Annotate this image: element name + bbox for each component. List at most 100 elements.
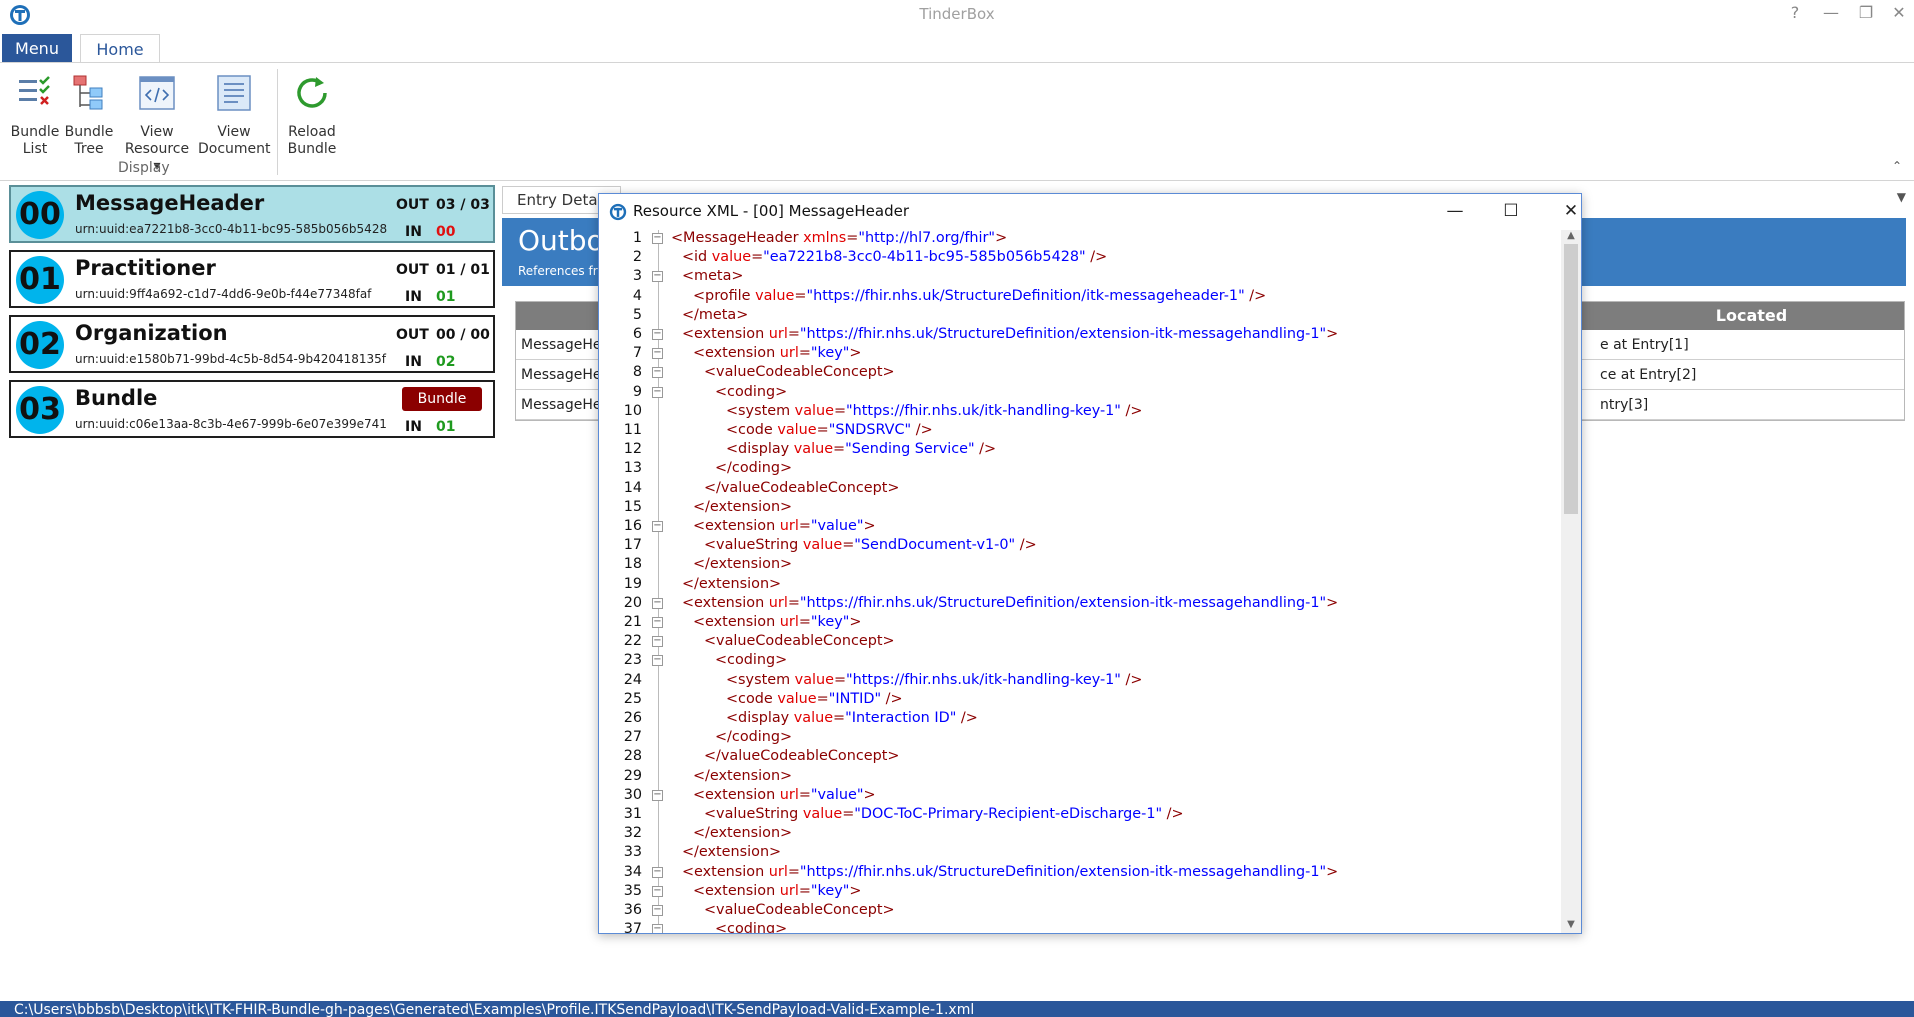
fold-toggle-icon[interactable]: − [652,521,663,532]
xml-text: <system value="https://fhir.nhs.uk/itk-h… [726,671,1143,688]
xml-text: </extension> [693,498,793,515]
in-label: IN [405,289,422,305]
xml-line: 7− <extension url="key"> [599,345,1561,364]
fold-toggle-icon[interactable]: − [652,885,663,897]
detail-subtitle: References fro [518,264,605,278]
entry-number: 00 [16,191,64,239]
fold-toggle-icon[interactable]: − [652,233,663,244]
line-number: 16 [623,518,642,534]
fold-toggle-icon[interactable]: − [652,271,663,283]
ribbon-tabs: Menu Home [0,34,1914,64]
xml-text: <valueCodeableConcept> [704,364,895,381]
table-cell: ntry[3] [1581,390,1904,420]
reload-bundle-button[interactable]: Reload Bundle [286,73,338,158]
restore-button[interactable]: ❐ [1854,2,1878,24]
xml-minimize-button[interactable]: — [1435,198,1475,224]
scrollbar-thumb[interactable] [1564,244,1578,514]
xml-text: <valueCodeableConcept> [704,633,895,650]
xml-line: 28 </valueCodeableConcept> [599,748,1561,767]
xml-text: <valueString value="DOC-ToC-Primary-Reci… [704,806,1184,822]
window-title: TinderBox [919,5,995,23]
entry-name: Practitioner [75,256,216,280]
xml-text: </valueCodeableConcept> [704,748,900,765]
entry-urn: urn:uuid:ea7221b8-3cc0-4b11-bc95-585b056… [75,222,388,236]
entry-number: 01 [16,256,64,304]
entry-name: MessageHeader [75,191,265,215]
line-number: 25 [623,690,642,707]
xml-maximize-button[interactable]: ☐ [1491,198,1531,224]
entry-urn: urn:uuid:c06e13aa-8c3b-4e67-999b-6e07e39… [75,417,387,431]
entry-card-02[interactable]: 02 Organization urn:uuid:e1580b71-99bd-4… [9,315,495,373]
entry-urn: urn:uuid:9ff4a692-c1d7-4dd6-9e0b-f44e773… [75,287,372,301]
line-number: 8 [632,364,642,381]
xml-text: <profile value="https://fhir.nhs.uk/Stru… [693,287,1267,304]
entry-card-01[interactable]: 01 Practitioner urn:uuid:9ff4a692-c1d7-4… [9,250,495,308]
fold-toggle-icon[interactable]: − [652,789,663,801]
tinderbox-app: TinderBox ? — ❐ ✕ Menu Home Bundle List [0,0,1914,1017]
xml-window-title: Resource XML - [00] MessageHeader [633,202,909,220]
fold-toggle-icon[interactable]: − [652,617,663,628]
vertical-scrollbar[interactable]: ▲ ▼ [1561,230,1581,933]
xml-close-button[interactable]: ✕ [1551,198,1591,224]
view-document-icon [217,75,251,111]
xml-line: 24 <system value="https://fhir.nhs.uk/itk… [599,672,1561,691]
xml-line: 37 − <coding> [599,921,1561,933]
chevron-down-icon[interactable]: ▼ [1897,190,1906,204]
xml-line: 26 <display value="Interaction ID" /> [599,710,1561,729]
collapse-ribbon-icon[interactable]: ⌃ [1892,159,1902,173]
fold-toggle-icon[interactable]: − [652,348,663,360]
xml-text: <extension url="key"> [693,614,862,630]
xml-line: 15 </extension> [599,499,1561,518]
xml-text: <extension url="https://fhir.nhs.uk/Stru… [682,594,1339,611]
bundle-badge[interactable]: Bundle [402,387,482,411]
fold-toggle-icon[interactable]: − [652,329,663,340]
line-number: 33 [623,844,642,861]
tab-menu[interactable]: Menu [2,34,72,63]
scroll-down-icon[interactable]: ▼ [1561,919,1581,933]
xml-text: <code value="INTID" /> [726,690,903,707]
line-number: 21 [623,614,642,630]
xml-text: <extension url="key"> [693,345,862,362]
entry-card-03[interactable]: 03 Bundle urn:uuid:c06e13aa-8c3b-4e67-99… [9,380,495,438]
fold-toggle-icon[interactable]: − [652,367,663,379]
fold-toggle-icon[interactable]: − [652,905,663,916]
xml-text: </meta> [682,306,749,323]
xml-line: 4 <profile value="https://fhir.nhs.uk/Str… [599,288,1561,307]
xml-text: <valueCodeableConcept> [704,902,895,918]
fold-toggle-icon[interactable]: − [652,866,663,878]
fold-toggle-icon[interactable]: − [652,597,663,609]
out-label: OUT [396,197,429,213]
xml-line: 30− <extension url="value"> [599,787,1561,806]
bundle-tree-icon [73,75,103,110]
scroll-up-icon[interactable]: ▲ [1561,230,1581,244]
out-label: OUT [396,327,429,343]
line-number: 9 [632,383,642,400]
table-cell: MessageHe [521,397,602,413]
fold-toggle-icon[interactable]: − [652,655,663,667]
help-button[interactable]: ? [1783,2,1807,24]
xml-line: 19 </extension> [599,576,1561,595]
xml-line: 22− <valueCodeableConcept> [599,633,1561,652]
bundle-list-button[interactable]: Bundle List [10,73,60,158]
xml-editor[interactable]: 1− <MessageHeader xmlns="http://hl7.org/f… [599,230,1561,933]
xml-line: 20− <extension url="https://fhir.nhs.uk/S… [599,595,1561,614]
tab-home[interactable]: Home [80,34,160,64]
close-button[interactable]: ✕ [1887,2,1911,24]
fold-toggle-icon[interactable]: − [652,924,663,933]
line-number: 15 [623,498,642,515]
xml-text: </extension> [693,767,793,784]
minimize-button[interactable]: — [1819,2,1843,24]
line-number: 37 [623,921,642,933]
xml-window-titlebar[interactable]: Resource XML - [00] MessageHeader — ☐ ✕ [599,194,1581,228]
entry-card-00[interactable]: 00 MessageHeader urn:uuid:ea7221b8-3cc0-… [9,185,495,243]
bundle-tree-button[interactable]: Bundle Tree [64,73,114,158]
line-number: 2 [632,249,642,266]
xml-text: </coding> [715,460,793,477]
view-document-button[interactable]: View Document [198,73,271,158]
fold-toggle-icon[interactable]: − [652,386,663,398]
xml-line: 11 <code value="SNDSRVC" /> [599,422,1561,441]
fold-toggle-icon[interactable]: − [652,636,663,648]
in-count: 00 [436,224,456,240]
app-logo-icon [609,203,627,221]
xml-text: <coding> [715,383,788,400]
